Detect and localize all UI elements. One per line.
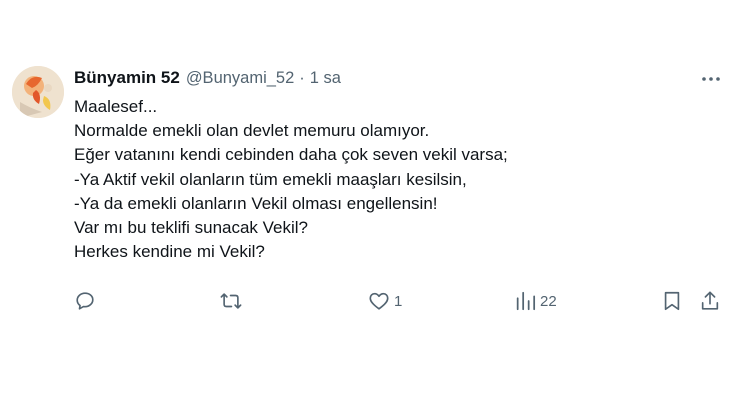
tweet-line: Eğer vatanını kendi cebinden daha çok se…: [74, 145, 508, 165]
avatar[interactable]: [12, 66, 64, 118]
tweet-line: -Ya Aktif vekil olanların tüm emekli maa…: [74, 169, 467, 189]
like-button[interactable]: 1: [368, 288, 402, 314]
tweet-text: Maalesef... Normalde emekli olan devlet …: [74, 95, 694, 264]
more-icon[interactable]: [700, 70, 722, 88]
tweet-header: Bünyamin 52 @Bunyami_52 · 1 sa: [74, 66, 341, 90]
views-count: 22: [540, 292, 557, 310]
bookmark-button[interactable]: [661, 288, 683, 314]
tweet-line: Normalde emekli olan devlet memuru olamı…: [74, 121, 430, 141]
timestamp[interactable]: 1 sa: [310, 69, 341, 88]
heart-icon: [369, 292, 389, 310]
retweet-icon: [220, 293, 242, 309]
action-bar: 1 22: [0, 285, 730, 319]
tweet-line: Var mı bu teklifi sunacak Vekil?: [74, 218, 309, 238]
like-count: 1: [394, 292, 403, 310]
share-button[interactable]: [699, 288, 721, 314]
share-icon: [701, 291, 719, 310]
retweet-button[interactable]: [219, 288, 243, 314]
user-handle[interactable]: @Bunyami_52: [186, 69, 294, 88]
views-button[interactable]: 22: [514, 288, 557, 314]
reply-button[interactable]: [74, 288, 96, 314]
separator-dot: ·: [299, 68, 305, 87]
tweet[interactable]: Bünyamin 52 @Bunyami_52 · 1 sa Maalesef.…: [0, 0, 730, 420]
tweet-line: -Ya da emekli olanların Vekil olması eng…: [74, 193, 438, 213]
tweet-line: Herkes kendine mi Vekil?: [74, 242, 265, 262]
views-icon: [516, 291, 536, 311]
tweet-line: Maalesef...: [74, 97, 158, 116]
bookmark-icon: [664, 291, 680, 311]
display-name[interactable]: Bünyamin 52: [74, 68, 180, 88]
reply-icon: [76, 292, 94, 310]
